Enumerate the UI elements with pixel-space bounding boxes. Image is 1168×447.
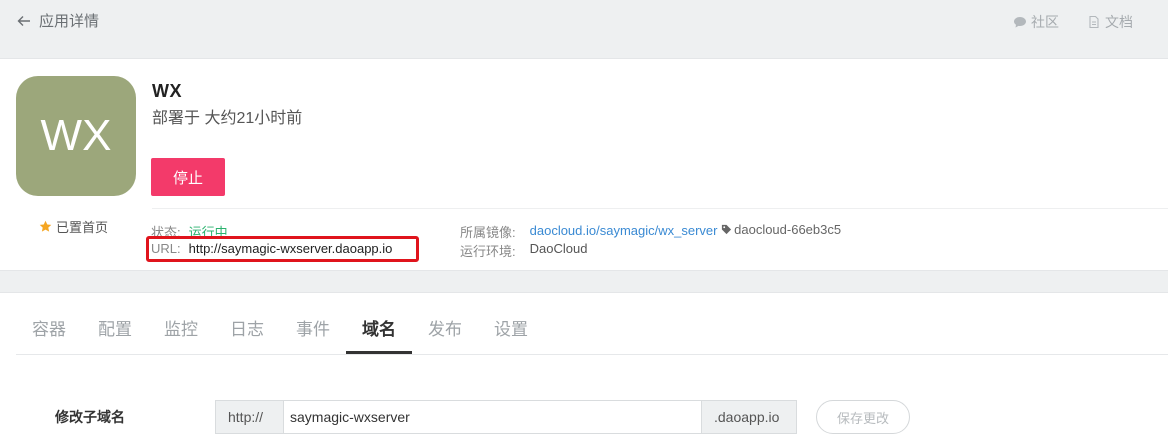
tab-settings[interactable]: 设置 <box>478 307 544 354</box>
app-card: WX 已置首页 WX 部署于 大约21小时前 停止 状态: 运行中 URL: h… <box>0 58 1168 271</box>
stop-button[interactable]: 停止 <box>151 158 225 196</box>
tab-bar: 容器 配置 监控 日志 事件 域名 发布 设置 <box>16 307 1168 355</box>
tab-domain[interactable]: 域名 <box>346 307 412 354</box>
url-highlight-box <box>146 236 419 262</box>
page-title: 应用详情 <box>39 13 100 30</box>
detail-panel: 容器 配置 监控 日志 事件 域名 发布 设置 修改子域名 http:// .d… <box>0 292 1168 447</box>
comment-icon <box>1014 17 1026 28</box>
image-link[interactable]: daocloud.io/saymagic/wx_server <box>530 223 718 238</box>
save-changes-button[interactable]: 保存更改 <box>816 400 910 434</box>
subdomain-prefix: http:// <box>215 400 283 434</box>
divider <box>152 208 1168 209</box>
env-row: 运行环境: DaoCloud <box>460 241 587 260</box>
tab-events[interactable]: 事件 <box>280 307 346 354</box>
docs-link[interactable]: 文档 <box>1087 12 1133 32</box>
tab-config[interactable]: 配置 <box>82 307 148 354</box>
tab-containers[interactable]: 容器 <box>16 307 82 354</box>
star-icon <box>39 220 52 232</box>
tab-publish[interactable]: 发布 <box>412 307 478 354</box>
arrow-left-icon <box>17 15 30 26</box>
top-links: 社区 文档 <box>1013 12 1133 32</box>
community-link[interactable]: 社区 <box>1013 12 1059 32</box>
starred-badge[interactable]: 已置首页 <box>39 217 108 236</box>
subdomain-label: 修改子域名 <box>55 409 125 425</box>
image-label: 所属镜像: <box>460 225 516 240</box>
subdomain-input[interactable] <box>283 400 702 434</box>
image-row: 所属镜像: daocloud.io/saymagic/wx_server dao… <box>460 222 841 241</box>
env-label: 运行环境: <box>460 244 516 259</box>
deploy-time: 部署于 大约21小时前 <box>152 110 303 127</box>
tab-monitor[interactable]: 监控 <box>148 307 214 354</box>
app-name: WX <box>152 81 182 101</box>
app-avatar: WX <box>16 76 136 196</box>
image-tag: daocloud-66eb3c5 <box>721 222 841 237</box>
tag-icon <box>722 224 732 235</box>
top-bar: 应用详情 社区 文档 <box>0 0 1168 44</box>
tab-logs[interactable]: 日志 <box>214 307 280 354</box>
subdomain-suffix: .daoapp.io <box>702 400 797 434</box>
back-link[interactable]: 应用详情 <box>17 10 99 31</box>
document-icon <box>1089 15 1099 29</box>
env-value: DaoCloud <box>529 241 588 256</box>
subdomain-input-group: http:// .daoapp.io <box>215 400 797 434</box>
